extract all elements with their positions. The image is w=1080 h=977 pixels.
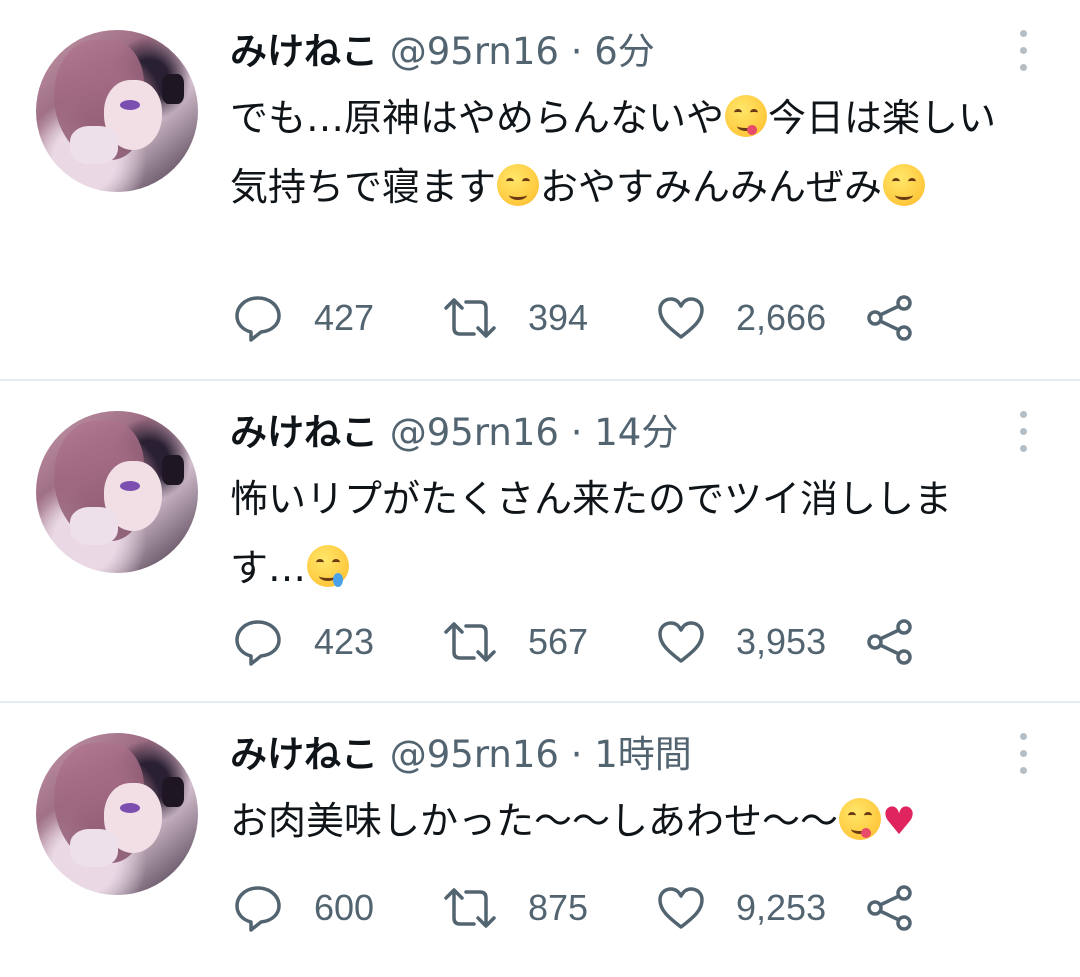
- reply-icon: [235, 620, 281, 666]
- more-vertical-icon[interactable]: [1018, 733, 1028, 775]
- display-name[interactable]: みけねこ: [230, 30, 378, 73]
- reply-icon: [235, 886, 281, 932]
- heart-icon: [658, 297, 704, 339]
- tweet[interactable]: みけねこ @95rn16 · 14分 怖いリプがたくさん来たのでツイ消しします……: [0, 381, 1080, 703]
- share-button[interactable]: [866, 883, 914, 933]
- tweet-header: みけねこ @95rn16 · 6分: [230, 22, 1030, 82]
- tweet-text-part: お肉美味しかった〜〜しあわせ〜〜: [230, 799, 839, 843]
- rolling-eyes-emoji-icon: [883, 164, 926, 206]
- username[interactable]: @95rn16: [390, 411, 559, 454]
- heart-icon: [658, 621, 704, 663]
- avatar[interactable]: [36, 411, 198, 573]
- timestamp[interactable]: 1時間: [594, 733, 692, 776]
- tweet-content: みけねこ @95rn16 · 6分 でも…原神はやめらんないや 今日は楽しい気持ち…: [230, 22, 1030, 222]
- timeline-feed: みけねこ @95rn16 · 6分 でも…原神はやめらんないや 今日は楽しい気持ち…: [0, 0, 1080, 977]
- retweet-icon: [444, 622, 496, 662]
- avatar[interactable]: [36, 30, 198, 192]
- retweet-button[interactable]: 394: [442, 293, 588, 343]
- username[interactable]: @95rn16: [390, 30, 559, 73]
- avatar[interactable]: [36, 733, 198, 895]
- like-button[interactable]: 2,666: [656, 293, 826, 343]
- tweet[interactable]: みけねこ @95rn16 · 6分 でも…原神はやめらんないや 今日は楽しい気持ち…: [0, 0, 1080, 381]
- retweet-count: 567: [528, 621, 589, 662]
- wink-face-emoji-icon: [497, 164, 540, 206]
- timestamp[interactable]: 6分: [594, 30, 655, 73]
- like-count: 2,666: [736, 297, 827, 338]
- share-icon: [867, 885, 912, 931]
- share-button[interactable]: [866, 293, 914, 343]
- retweet-icon: [444, 298, 496, 338]
- header-separator: ·: [570, 30, 583, 73]
- more-vertical-icon[interactable]: [1018, 411, 1028, 453]
- tweet-actions: 427 394 2,666: [230, 293, 950, 343]
- reply-button[interactable]: 600: [232, 883, 374, 933]
- tweet-text-part: でも…原神はやめらんないや: [230, 96, 725, 140]
- share-icon: [867, 619, 912, 665]
- heart-icon: [658, 887, 704, 929]
- username[interactable]: @95rn16: [390, 733, 559, 776]
- retweet-button[interactable]: 875: [442, 883, 588, 933]
- reply-button[interactable]: 423: [232, 617, 374, 667]
- reply-count: 423: [314, 621, 375, 662]
- like-count: 3,953: [736, 621, 827, 662]
- yum-face-emoji-icon: [725, 95, 768, 137]
- tweet-actions: 423 567 3,953: [230, 617, 950, 667]
- retweet-count: 875: [528, 887, 589, 928]
- like-count: 9,253: [736, 887, 827, 928]
- tweet-text: お肉美味しかった〜〜しあわせ〜〜 ♥: [230, 787, 1020, 856]
- header-separator: ·: [570, 411, 583, 454]
- more-vertical-icon[interactable]: [1018, 30, 1028, 72]
- tweet-text-part: おやすみんみんぜみ: [540, 165, 883, 209]
- tweet[interactable]: みけねこ @95rn16 · 1時間 お肉美味しかった〜〜しあわせ〜〜 ♥ 600…: [0, 703, 1080, 977]
- tweet-header: みけねこ @95rn16 · 1時間: [230, 725, 1030, 785]
- yum-face-emoji-icon: [839, 798, 882, 840]
- smiling-tear-emoji-icon: [307, 545, 350, 587]
- like-button[interactable]: 3,953: [656, 617, 826, 667]
- tweet-header: みけねこ @95rn16 · 14分: [230, 403, 1030, 463]
- reply-count: 427: [314, 297, 375, 338]
- two-hearts-emoji-icon: ♥: [882, 799, 917, 843]
- display-name[interactable]: みけねこ: [230, 411, 378, 454]
- retweet-count: 394: [528, 297, 589, 338]
- share-button[interactable]: [866, 617, 914, 667]
- reply-button[interactable]: 427: [232, 293, 374, 343]
- reply-icon: [235, 296, 281, 342]
- display-name[interactable]: みけねこ: [230, 733, 378, 776]
- retweet-icon: [444, 888, 496, 928]
- tweet-text: 怖いリプがたくさん来たのでツイ消しします…: [230, 465, 1020, 603]
- timestamp[interactable]: 14分: [594, 411, 678, 454]
- tweet-content: みけねこ @95rn16 · 1時間 お肉美味しかった〜〜しあわせ〜〜 ♥: [230, 725, 1030, 856]
- header-separator: ·: [570, 733, 583, 776]
- tweet-text: でも…原神はやめらんないや 今日は楽しい気持ちで寝ます おやすみんみんぜみ: [230, 84, 1020, 222]
- reply-count: 600: [314, 887, 375, 928]
- tweet-actions: 600 875 9,253: [230, 883, 950, 933]
- like-button[interactable]: 9,253: [656, 883, 826, 933]
- retweet-button[interactable]: 567: [442, 617, 588, 667]
- share-icon: [867, 295, 912, 341]
- tweet-content: みけねこ @95rn16 · 14分 怖いリプがたくさん来たのでツイ消しします…: [230, 403, 1030, 603]
